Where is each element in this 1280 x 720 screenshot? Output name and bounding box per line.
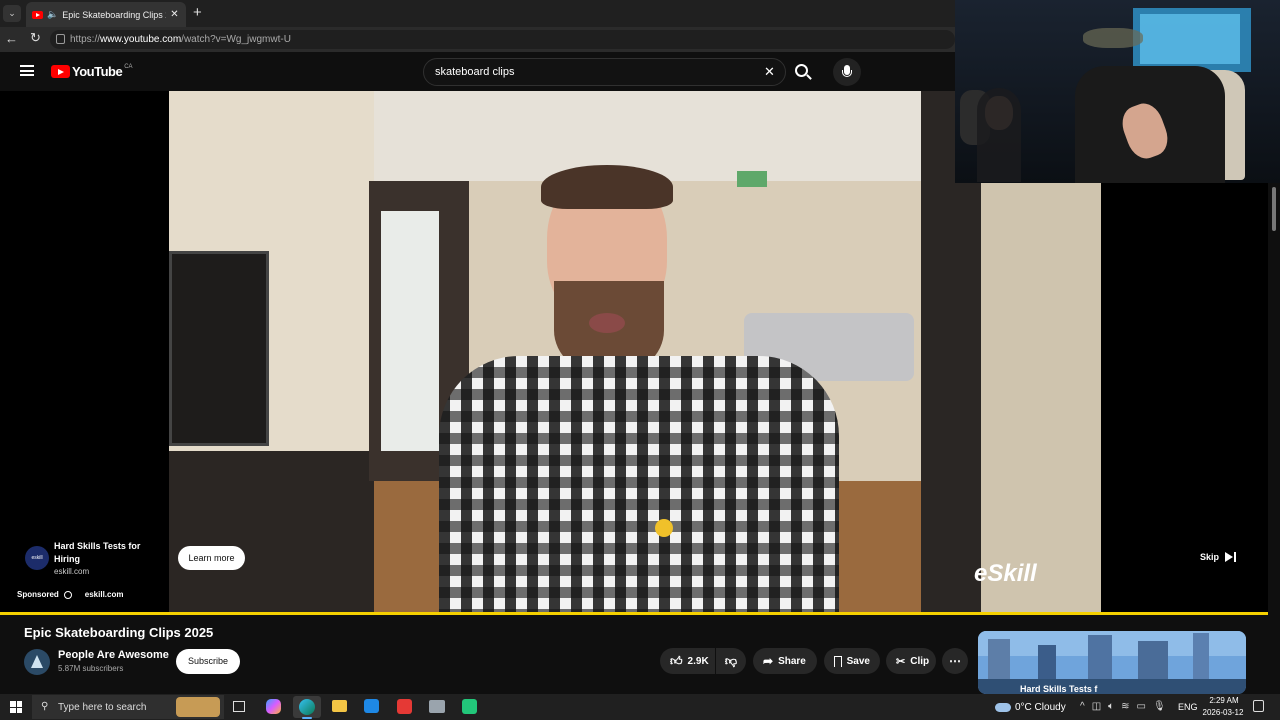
more-actions-button[interactable]: ⋯ (942, 648, 968, 674)
network-icon[interactable]: ≋ (1121, 701, 1129, 712)
weather-widget[interactable]: 0°C Cloudy (995, 700, 1066, 714)
mail-icon[interactable] (364, 699, 379, 713)
side-ad-thumbnail[interactable]: Hard Skills Tests f (978, 631, 1246, 694)
copilot-icon[interactable] (266, 699, 281, 714)
tab-youtube[interactable]: 🔈 Epic Skateboarding Clips 2025 ✕ (26, 2, 186, 27)
save-button[interactable]: Save (824, 648, 880, 674)
voice-search-icon[interactable] (833, 58, 861, 86)
clip-button[interactable]: ✂ Clip (886, 648, 936, 674)
like-button[interactable]: 👍︎ 2.9K (660, 648, 715, 674)
weather-text: 0°C Cloudy (1015, 701, 1066, 713)
youtube-logo-text: YouTube (72, 64, 123, 79)
taskbar-search-placeholder: Type here to search (58, 701, 147, 713)
sponsored-label: Sponsored eskill.com (17, 590, 123, 599)
search-highlight-icon (176, 697, 220, 717)
skip-ad-button[interactable]: Skip (1200, 548, 1237, 565)
display-icon[interactable]: ▭ (1137, 701, 1146, 712)
url-prefix: https:// (70, 34, 101, 45)
task-view-icon[interactable] (233, 701, 245, 712)
save-label: Save (846, 655, 870, 667)
language-indicator[interactable]: ENG (1178, 702, 1198, 712)
app-window-icon[interactable] (429, 700, 445, 713)
speaker-icon[interactable]: 🔈 (47, 9, 58, 20)
channel-avatar[interactable] (24, 649, 50, 675)
youtube-logo[interactable]: YouTube CA (51, 64, 133, 79)
like-icon: 👍︎ (670, 653, 683, 668)
green-app-icon[interactable] (462, 699, 477, 714)
like-count: 2.9K (687, 655, 709, 667)
ad-advertiser-avatar[interactable]: eskill (25, 546, 49, 570)
volume-icon[interactable]: 🔈︎ (1108, 701, 1114, 712)
cloudy-icon (995, 702, 1011, 712)
system-tray-icons[interactable]: ^ ◫ 🔈︎ ≋ ▭ 🎙︎ (1080, 701, 1166, 712)
notifications-icon[interactable] (1253, 700, 1264, 712)
tray-app-icon[interactable]: ◫ (1092, 701, 1101, 712)
url-field[interactable]: https://www.youtube.com/watch?v=Wg_jwgmw… (50, 30, 955, 49)
save-icon (834, 655, 842, 667)
video-title: Epic Skateboarding Clips 2025 (24, 625, 214, 640)
dislike-button[interactable]: 👎︎ (716, 648, 746, 674)
site-info-icon[interactable] (56, 34, 65, 44)
taskbar-search-input[interactable]: ⚲ Type here to search (32, 695, 224, 719)
dislike-icon: 👎︎ (724, 653, 738, 668)
clock-date[interactable]: 2026-03-12 (1200, 708, 1246, 717)
skip-label: Skip (1200, 551, 1220, 562)
search-input[interactable]: skateboard clips (423, 58, 786, 86)
tab-title: Epic Skateboarding Clips 2025 (62, 9, 166, 20)
menu-icon[interactable] (20, 65, 34, 76)
search-icon[interactable] (795, 64, 812, 80)
skip-next-icon (1225, 551, 1234, 562)
ad-domain: eskill.com (54, 567, 90, 576)
info-icon[interactable] (63, 590, 72, 599)
url-host: www.youtube.com (100, 34, 182, 45)
channel-name[interactable]: People Are Awesome (58, 649, 169, 661)
youtube-favicon-icon (32, 10, 43, 19)
tab-list-chevron-icon[interactable]: ⌄ (3, 5, 21, 22)
clip-label: Clip (910, 655, 930, 667)
chevron-up-icon[interactable]: ^ (1080, 701, 1085, 712)
microphone-icon[interactable]: 🎙︎ (1153, 701, 1166, 712)
learn-more-button[interactable]: Learn more (178, 546, 245, 570)
gift-app-icon[interactable] (397, 699, 412, 714)
back-icon[interactable]: ← (5, 31, 18, 46)
taskbar-search-icon: ⚲ (41, 701, 49, 712)
side-ad-text: Hard Skills Tests f (1020, 684, 1098, 694)
sponsor-domain[interactable]: eskill.com (85, 590, 124, 599)
subscriber-count: 5.87M subscribers (58, 664, 124, 673)
region-code: CA (124, 63, 133, 70)
clock-time[interactable]: 2:29 AM (1206, 696, 1242, 705)
url-path: /watch?v=Wg_jwgmwt-U (181, 34, 291, 45)
search-query: skateboard clips (435, 66, 515, 78)
youtube-logo-icon (51, 65, 70, 78)
scissors-icon: ✂ (896, 655, 906, 668)
webcam-overlay (955, 0, 1280, 183)
edge-browser-icon[interactable] (293, 696, 321, 719)
eskill-watermark: eSkill (974, 560, 1037, 587)
more-icon: ⋯ (949, 654, 961, 668)
start-windows-icon[interactable] (10, 701, 22, 713)
clear-search-icon[interactable]: ✕ (764, 64, 775, 80)
tab-close-icon[interactable]: ✕ (170, 9, 178, 20)
share-button[interactable]: ➦ Share (753, 648, 817, 674)
share-icon: ➦ (763, 654, 774, 668)
reload-icon[interactable]: ↻ (30, 30, 41, 46)
sponsored-text: Sponsored (17, 590, 59, 599)
ad-headline[interactable]: Hard Skills Tests for Hiring (54, 540, 159, 566)
subscribe-button[interactable]: Subscribe (176, 649, 240, 674)
new-tab-icon[interactable]: + (193, 5, 207, 22)
share-label: Share (778, 655, 806, 667)
file-explorer-icon[interactable] (332, 700, 347, 712)
